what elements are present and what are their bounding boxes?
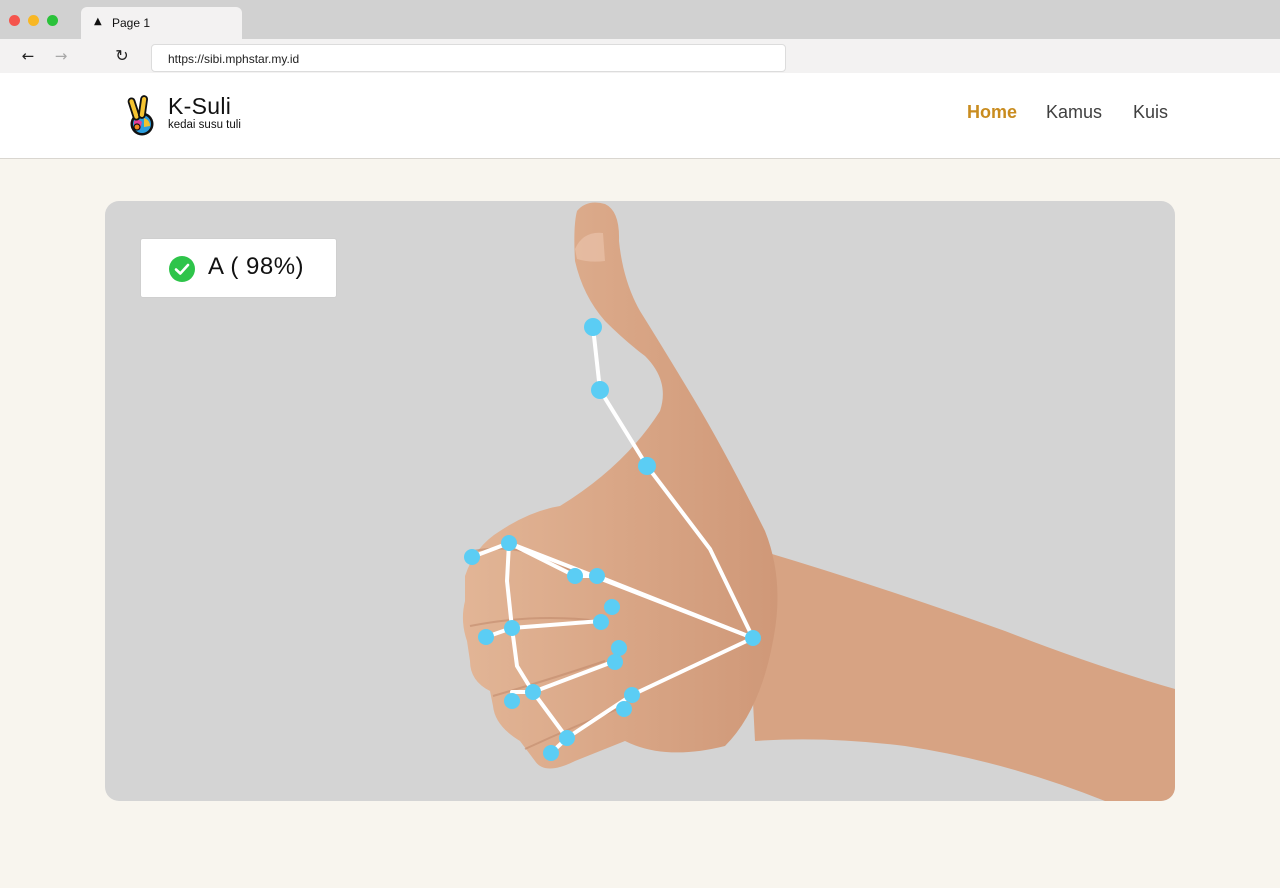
browser-tab[interactable]: ▲ Page 1 (81, 7, 242, 39)
address-bar[interactable]: https://sibi.mphstar.my.id (151, 44, 786, 72)
maximize-window-button[interactable] (47, 15, 58, 26)
check-circle-icon (169, 256, 195, 282)
nav-home-link[interactable]: Home (967, 102, 1017, 123)
arrow-right-icon[interactable]: → (51, 46, 71, 66)
triangle-icon: ▲ (94, 16, 102, 27)
site-header: K-Suli kedai susu tuli Home Kamus Kuis (0, 73, 1280, 159)
peace-hand-logo-icon[interactable] (122, 94, 158, 138)
nav-kamus-link[interactable]: Kamus (1046, 102, 1102, 123)
tab-title: Page 1 (112, 16, 151, 30)
browser-toolbar: ← → ↻ https://sibi.mphstar.my.id (0, 39, 1280, 73)
nav-kuis-link[interactable]: Kuis (1133, 102, 1168, 123)
brand-tagline: kedai susu tuli (168, 119, 241, 131)
minimize-window-button[interactable] (28, 15, 39, 26)
brand-name[interactable]: K-Suli (168, 93, 231, 120)
detection-result-card: A ( 98%) (140, 238, 337, 298)
arrow-left-icon[interactable]: ← (18, 46, 38, 66)
detection-result-text: A ( 98%) (208, 253, 305, 280)
reload-icon[interactable]: ↻ (112, 46, 132, 66)
url-text: https://sibi.mphstar.my.id (168, 52, 300, 66)
browser-tab-bar: ▲ Page 1 (0, 0, 1280, 39)
close-window-button[interactable] (9, 15, 20, 26)
